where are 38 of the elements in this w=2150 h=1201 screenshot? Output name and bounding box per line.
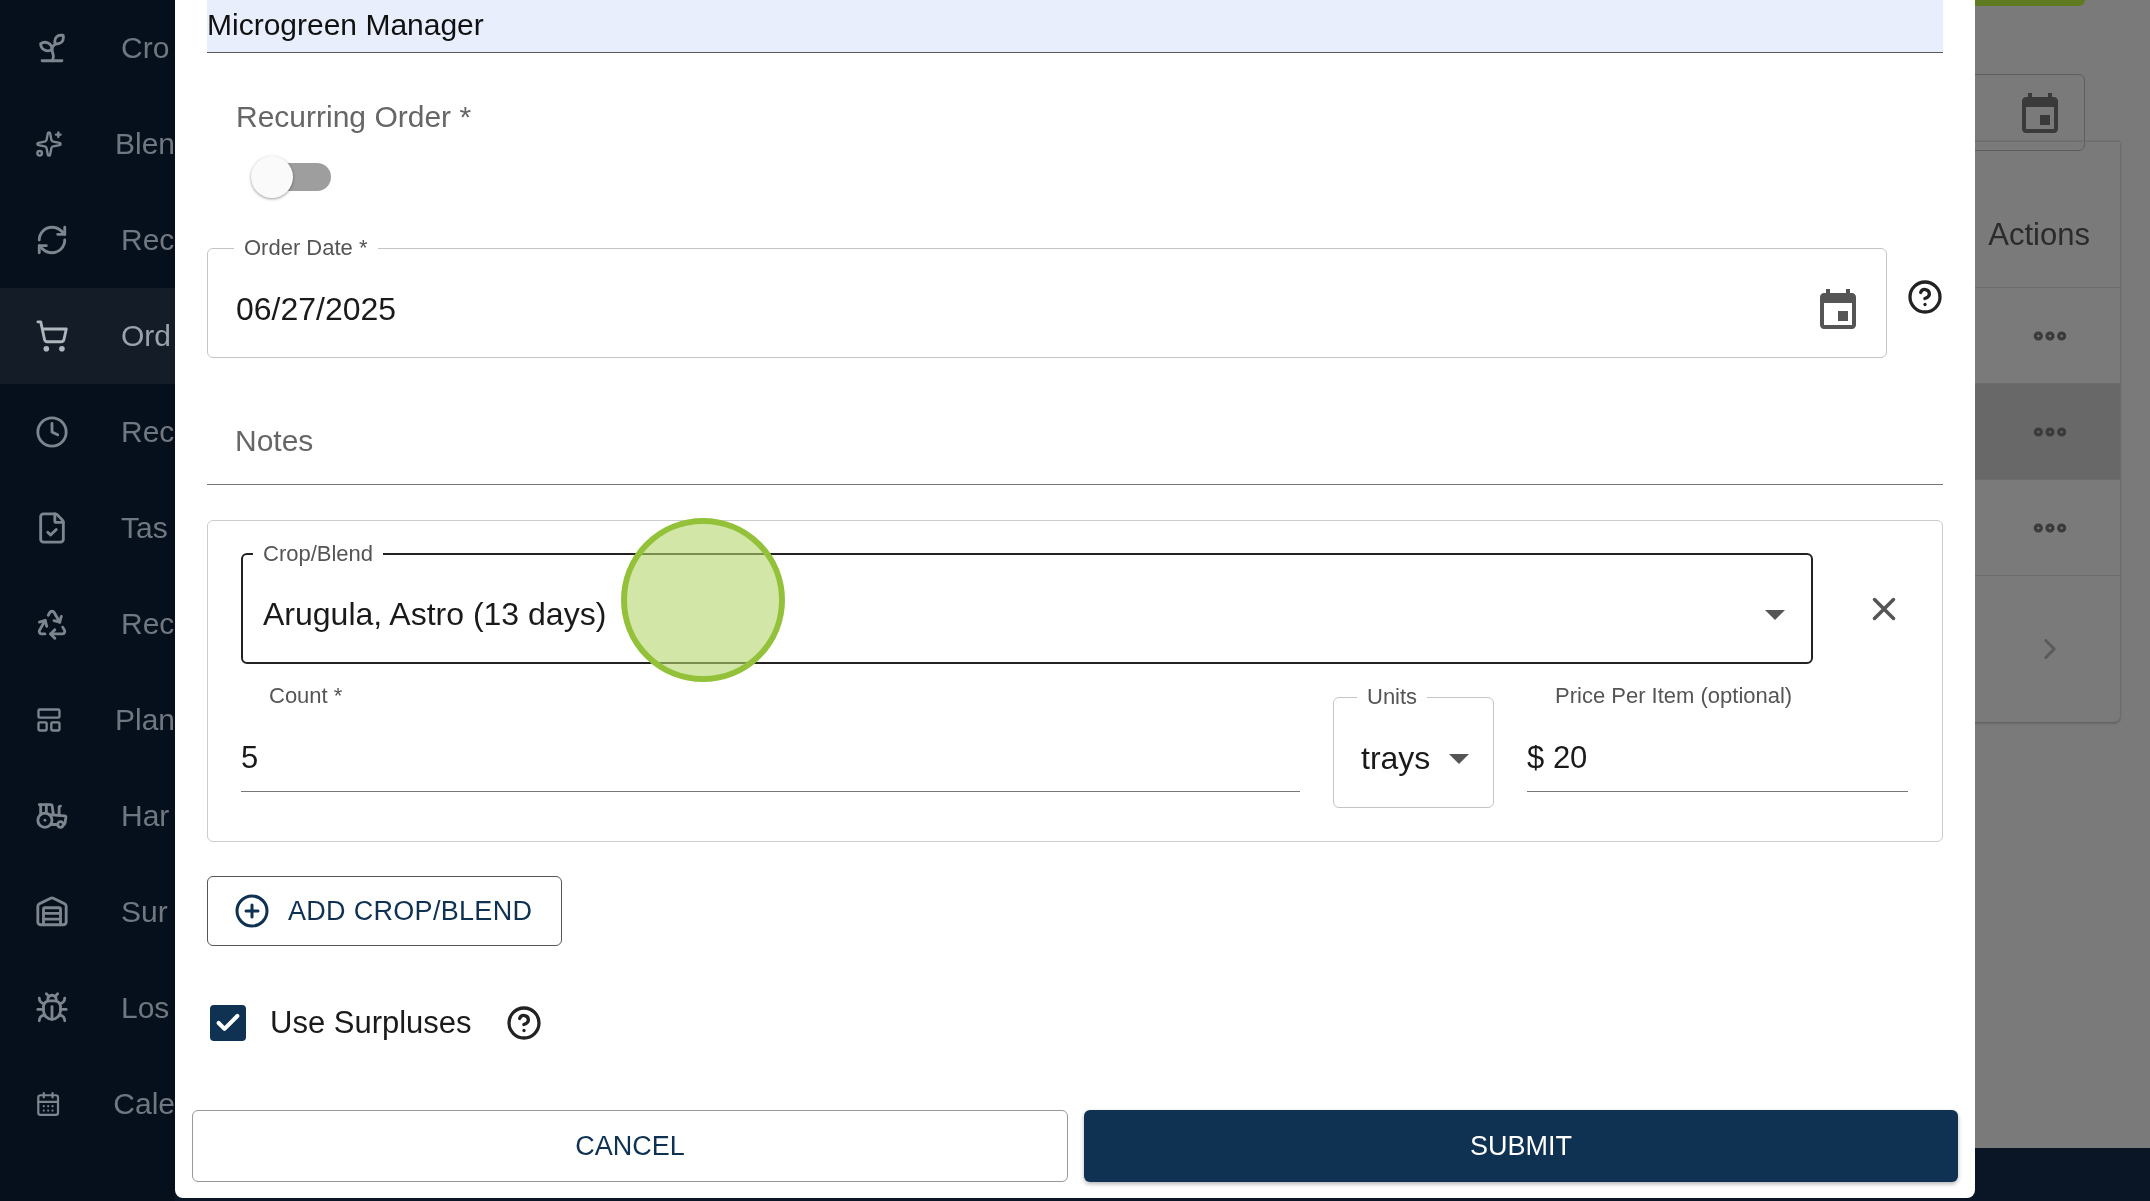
submit-button[interactable]: SUBMIT — [1084, 1110, 1958, 1182]
column-header: Actions — [1988, 216, 2090, 253]
sidebar-item[interactable]: Rec — [0, 192, 175, 288]
cart-icon — [35, 319, 69, 353]
price-field[interactable]: Price Per Item (optional) $ 20 — [1527, 680, 1908, 792]
notes-field[interactable]: Notes — [207, 358, 1943, 485]
count-field[interactable]: Count * 5 — [241, 680, 1300, 792]
bug-icon — [35, 991, 69, 1025]
clock-icon — [35, 415, 69, 449]
checkbox[interactable] — [210, 1005, 246, 1041]
sidebar-item[interactable]: Rec — [0, 576, 175, 672]
caret-icon — [1765, 609, 1785, 620]
field-label: Recurring Order * — [236, 100, 473, 134]
sidebar-item[interactable]: Tas — [0, 480, 175, 576]
calendar-icon[interactable] — [1818, 289, 1858, 329]
sidebar-item[interactable]: Los — [0, 960, 175, 1056]
recycle-icon — [35, 607, 69, 641]
caret-icon — [1449, 753, 1469, 764]
farm-field[interactable]: Microgreen Manager — [207, 0, 1943, 53]
checkbox-label: Use Surpluses — [270, 1005, 472, 1041]
field-label: Crop/Blend — [262, 541, 375, 567]
help-icon[interactable] — [505, 1005, 542, 1041]
sidebar-item[interactable]: Rec — [0, 384, 175, 480]
plus-circle-icon — [234, 893, 270, 929]
cancel-button[interactable]: CANCEL — [192, 1110, 1068, 1182]
sidebar-item[interactable]: Sur — [0, 864, 175, 960]
sidebar-item[interactable]: Blen — [0, 96, 175, 192]
refresh-icon — [35, 223, 69, 257]
add-crop-button[interactable]: ADD CROP/BLEND — [207, 876, 562, 946]
help-icon[interactable] — [1907, 278, 1943, 315]
field-label: Units — [1366, 684, 1419, 710]
warehouse-icon — [35, 895, 69, 929]
sidebar-item[interactable]: Ord — [0, 288, 175, 384]
sidebar-item[interactable]: Har — [0, 768, 175, 864]
sidebar-item[interactable]: Cro — [0, 0, 175, 96]
field-label: Order Date * — [243, 235, 369, 261]
sidebar-item[interactable]: Plan — [0, 672, 175, 768]
sidebar-item[interactable]: Cale — [0, 1056, 175, 1152]
